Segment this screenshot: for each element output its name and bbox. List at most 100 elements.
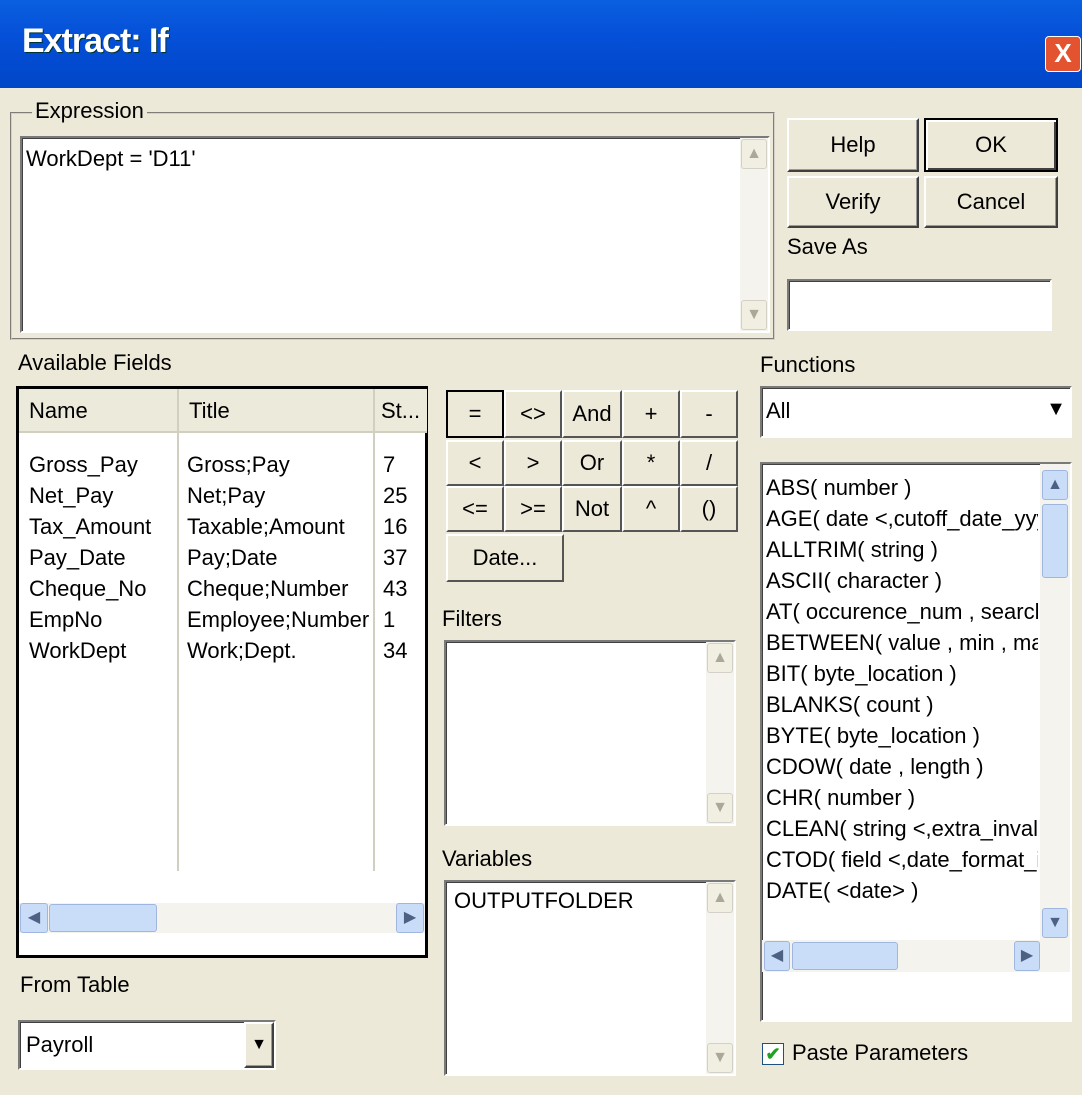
table-row[interactable]: Pay_Date Pay;Date 37 (19, 542, 425, 573)
field-title-cell: Net;Pay (187, 483, 266, 508)
field-name-cell: WorkDept (29, 638, 127, 663)
field-title-cell: Gross;Pay (187, 452, 290, 477)
parentheses-button[interactable]: () (680, 486, 738, 532)
table-row[interactable]: Tax_Amount Taxable;Amount 16 (19, 511, 425, 542)
function-item[interactable]: ASCII( character ) (762, 565, 1038, 596)
from-table-value: Payroll (26, 1032, 94, 1057)
function-item[interactable]: DATE( <date> ) (762, 875, 1038, 906)
function-item[interactable]: BYTE( byte_location ) (762, 720, 1038, 751)
less-than-button[interactable]: < (446, 440, 504, 486)
multiply-button[interactable]: * (622, 440, 680, 486)
scroll-down-icon[interactable]: ▼ (707, 793, 733, 823)
greater-equal-button[interactable]: >= (504, 486, 562, 532)
extract-if-dialog: Extract: If X Expression WorkDept = 'D11… (0, 0, 1082, 1095)
field-start-cell: 7 (383, 452, 396, 477)
fields-hscrollbar[interactable]: ◀ ▶ (19, 903, 425, 933)
variables-list[interactable]: OUTPUTFOLDER ▲ ▼ (444, 880, 736, 1076)
expression-textarea[interactable]: WorkDept = 'D11' ▲ ▼ (20, 136, 770, 333)
function-item[interactable]: AT( occurence_num , search_fo (762, 596, 1038, 627)
function-item[interactable]: BLANKS( count ) (762, 689, 1038, 720)
scroll-up-icon[interactable]: ▲ (707, 643, 733, 673)
variable-item[interactable]: OUTPUTFOLDER (454, 888, 634, 914)
field-title-cell: Taxable;Amount (187, 514, 345, 539)
close-icon: X (1054, 38, 1072, 68)
functions-category-select[interactable]: All ▼ (760, 386, 1072, 438)
scroll-up-icon[interactable]: ▲ (741, 139, 767, 169)
equals-button[interactable]: = (446, 390, 504, 438)
scroll-up-icon[interactable]: ▲ (1042, 470, 1068, 500)
field-start-cell: 37 (383, 545, 408, 570)
paste-parameters-label[interactable]: Paste Parameters (792, 1040, 968, 1066)
date-button[interactable]: Date... (446, 534, 564, 582)
table-row[interactable]: Cheque_No Cheque;Number 43 (19, 573, 425, 604)
scroll-thumb[interactable] (1042, 504, 1068, 578)
available-fields-label: Available Fields (18, 350, 172, 375)
field-title-cell: Pay;Date (187, 545, 278, 570)
scroll-down-icon[interactable]: ▼ (741, 300, 767, 330)
filters-list[interactable]: ▲ ▼ (444, 640, 736, 826)
title-bar[interactable]: Extract: If X (0, 0, 1082, 88)
ok-button[interactable]: OK (924, 118, 1058, 172)
scroll-down-icon[interactable]: ▼ (1042, 908, 1068, 938)
scroll-left-icon[interactable]: ◀ (20, 903, 48, 933)
from-table-label: From Table (20, 972, 130, 997)
field-title-cell: Cheque;Number (187, 576, 349, 601)
from-table-select[interactable]: Payroll ▼ (18, 1020, 276, 1070)
column-header-name[interactable]: Name (19, 389, 179, 433)
column-header-start[interactable]: St... (375, 389, 427, 433)
divide-button[interactable]: / (680, 440, 738, 486)
function-item[interactable]: CDOW( date , length ) (762, 751, 1038, 782)
function-item[interactable]: CLEAN( string <,extra_invalid_c (762, 813, 1038, 844)
field-name-cell: Tax_Amount (29, 514, 152, 539)
table-row[interactable]: EmpNo Employee;Number 1 (19, 604, 425, 635)
save-as-input[interactable] (787, 279, 1052, 331)
table-row[interactable]: WorkDept Work;Dept. 34 (19, 635, 425, 666)
function-item[interactable]: BETWEEN( value , min , max ) (762, 627, 1038, 658)
functions-hscrollbar[interactable]: ◀ ▶ (762, 940, 1070, 972)
functions-list[interactable]: ABS( number )AGE( date <,cutoff_date_yyy… (760, 462, 1072, 1022)
function-item[interactable]: ALLTRIM( string ) (762, 534, 1038, 565)
expression-scrollbar[interactable]: ▲ ▼ (740, 138, 768, 331)
cancel-button[interactable]: Cancel (924, 176, 1058, 228)
scroll-thumb[interactable] (49, 904, 157, 932)
column-header-title[interactable]: Title (179, 389, 375, 433)
scroll-right-icon[interactable]: ▶ (1014, 941, 1040, 971)
verify-button[interactable]: Verify (787, 176, 919, 228)
available-fields-list[interactable]: Name Title St... Gross_Pay Gross;Pay 7 Net_… (16, 386, 428, 958)
not-equal-button[interactable]: <> (504, 390, 562, 438)
plus-button[interactable]: + (622, 390, 680, 438)
variables-label: Variables (442, 846, 533, 871)
function-item[interactable]: ABS( number ) (762, 472, 1038, 503)
function-item[interactable]: CTOD( field <,date_format_if_nc (762, 844, 1038, 875)
close-button[interactable]: X (1045, 36, 1081, 72)
functions-vscrollbar[interactable]: ▲ ▼ (1040, 464, 1070, 940)
scroll-left-icon[interactable]: ◀ (764, 941, 790, 971)
chevron-down-icon[interactable]: ▼ (1044, 398, 1068, 421)
less-equal-button[interactable]: <= (446, 486, 504, 532)
not-button[interactable]: Not (562, 486, 622, 532)
function-item[interactable]: AGE( date <,cutoff_date_yyyym (762, 503, 1038, 534)
minus-button[interactable]: - (680, 390, 738, 438)
scroll-right-icon[interactable]: ▶ (396, 903, 424, 933)
field-start-cell: 34 (383, 638, 408, 663)
greater-than-button[interactable]: > (504, 440, 562, 486)
function-item[interactable]: BIT( byte_location ) (762, 658, 1038, 689)
or-button[interactable]: Or (562, 440, 622, 486)
field-start-cell: 1 (383, 607, 396, 632)
chevron-down-icon[interactable]: ▼ (244, 1022, 274, 1068)
field-name-cell: Cheque_No (29, 576, 147, 601)
table-row[interactable]: Net_Pay Net;Pay 25 (19, 480, 425, 511)
field-name-cell: Net_Pay (29, 483, 114, 508)
help-button[interactable]: Help (787, 118, 919, 172)
function-item[interactable]: CHR( number ) (762, 782, 1038, 813)
and-button[interactable]: And (562, 390, 622, 438)
scroll-up-icon[interactable]: ▲ (707, 883, 733, 913)
scroll-down-icon[interactable]: ▼ (707, 1043, 733, 1073)
field-title-cell: Employee;Number (187, 607, 370, 632)
paste-parameters-checkbox[interactable]: ✔ (762, 1043, 784, 1065)
power-button[interactable]: ^ (622, 486, 680, 532)
table-row[interactable]: Gross_Pay Gross;Pay 7 (19, 449, 425, 480)
variables-scrollbar[interactable]: ▲ ▼ (706, 882, 734, 1074)
filters-scrollbar[interactable]: ▲ ▼ (706, 642, 734, 824)
scroll-thumb[interactable] (792, 942, 898, 970)
